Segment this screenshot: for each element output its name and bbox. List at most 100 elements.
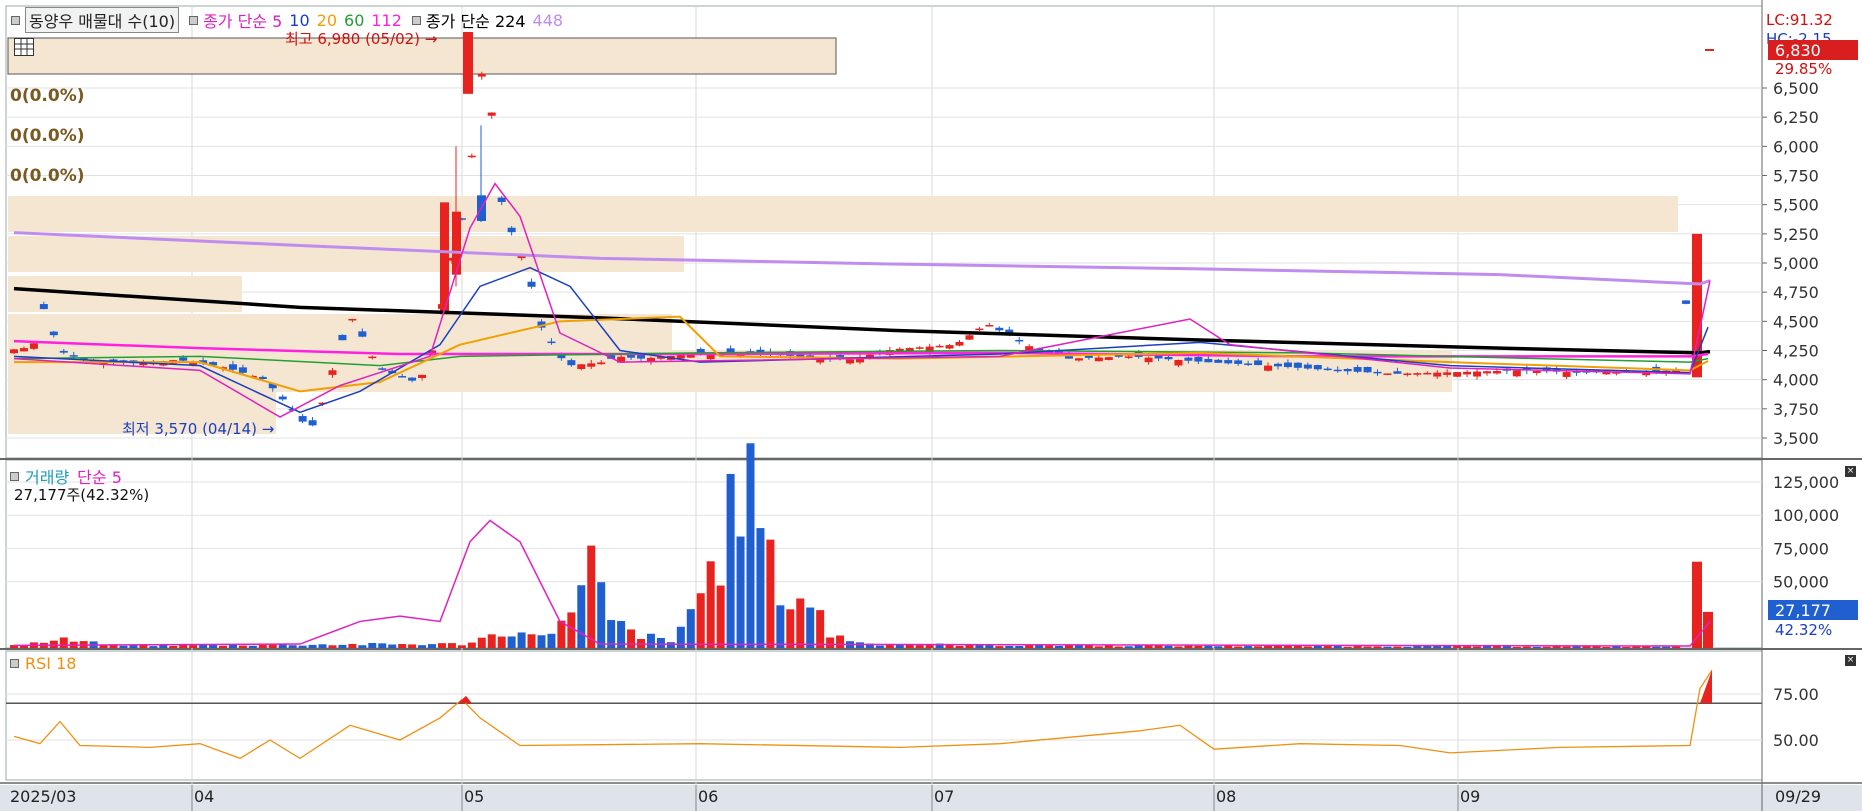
volume-bar [1343, 646, 1352, 648]
legend-handle-icon[interactable] [11, 15, 20, 25]
x-tick-label: 07 [934, 787, 954, 806]
legend-handle-icon[interactable] [189, 15, 199, 25]
volume-bar [467, 642, 476, 648]
volume-bar [477, 637, 486, 648]
chart-canvas[interactable]: 2025/03 04 05 06 07 08 09 09/29 6,500 6,250 6,000 5… [0, 0, 1862, 811]
volume-bar [1363, 646, 1372, 648]
volume-bar [1055, 645, 1064, 648]
legend-handle-icon[interactable] [10, 659, 19, 668]
volume-bar [1512, 646, 1521, 648]
volume-bar [1542, 646, 1551, 648]
volume-bar [418, 645, 427, 648]
volume-bar [1463, 646, 1472, 648]
candle-body [1463, 371, 1472, 375]
candle-body [1473, 371, 1482, 377]
volume-bar [836, 635, 845, 648]
volume-bar [686, 609, 695, 648]
volume-bar [547, 633, 556, 648]
candle-body [1562, 372, 1571, 377]
volume-bar [1264, 645, 1273, 648]
candle-body [19, 348, 28, 352]
change-pct-label: 29.85% [1775, 60, 1832, 78]
candle-body [846, 359, 855, 364]
candle-body [1413, 373, 1422, 375]
candle-body [1144, 357, 1153, 363]
volume-bar [447, 643, 456, 648]
volume-bar [1005, 645, 1014, 648]
volume-readout: 27,177주(42.32%) [14, 486, 150, 504]
candle-body [1363, 366, 1372, 373]
rsi-close-icon[interactable]: × [1845, 655, 1856, 666]
low-marker-label: 최저 3,570 (04/14) → [122, 420, 274, 438]
candle-body [945, 345, 954, 349]
candle-body [1482, 371, 1491, 374]
candle-body [1094, 357, 1103, 362]
candle-body [935, 345, 944, 348]
volume-tick-label: 75,000 [1773, 539, 1829, 558]
candle-body [1532, 370, 1541, 373]
x-tick-label: 06 [698, 787, 718, 806]
volume-tick-label: 125,000 [1773, 473, 1839, 492]
candle-body [497, 197, 506, 202]
zero-profile-label: 0(0.0%) [10, 166, 85, 186]
candle-body [1264, 365, 1273, 371]
candle-body [1293, 362, 1302, 368]
legend-handle-icon[interactable] [10, 471, 19, 481]
volume-bar [955, 645, 964, 648]
volume-bar [219, 645, 228, 648]
candle-body [1104, 357, 1113, 360]
candle-body [1174, 359, 1183, 366]
volume-bar [487, 634, 496, 648]
rsi-title[interactable]: RSI 18 [25, 654, 76, 673]
candle-body [467, 155, 476, 158]
volume-close-icon[interactable]: × [1845, 466, 1856, 477]
volume-bar [248, 645, 257, 648]
volume-bar [517, 632, 526, 648]
volume-bar [656, 637, 665, 648]
table-icon[interactable] [14, 38, 34, 56]
volume-bar [786, 609, 795, 648]
volume-bar [1094, 646, 1103, 648]
price-tick-label: 6,250 [1773, 108, 1819, 127]
volume-bar [726, 473, 735, 648]
candle-body [587, 363, 596, 367]
volume-bar [875, 645, 884, 648]
price-tick-label: 5,000 [1773, 254, 1819, 273]
price-tick-label: 4,500 [1773, 312, 1819, 331]
volume-bar [437, 643, 446, 648]
legend-volume-profile[interactable]: 동양우 매물대 수(10) [25, 7, 180, 33]
candle-body [1373, 371, 1382, 374]
candle-body [228, 364, 237, 370]
candle-body [1433, 372, 1442, 377]
volume-bar [1114, 646, 1123, 648]
volume-bar [408, 644, 417, 648]
volume-current-pct: 42.32% [1775, 621, 1832, 639]
volume-bar [1045, 645, 1054, 648]
candle-body [1244, 363, 1253, 365]
volume-bar [368, 642, 377, 648]
x-end-label: 09/29 [1775, 787, 1821, 806]
legend-ma-label[interactable]: 종가 단순 5 [203, 8, 282, 32]
candle-body [49, 331, 58, 336]
candle-body [995, 327, 1004, 331]
volume-bar [1204, 645, 1213, 648]
legend-ma224[interactable]: 종가 단순 224 [426, 8, 526, 32]
volume-bar [318, 644, 327, 648]
volume-bar [826, 637, 835, 648]
candle-body [1283, 362, 1292, 368]
volume-bar [806, 607, 815, 648]
volume-bar [1323, 646, 1332, 648]
candle-body [1124, 356, 1133, 358]
candle-body [29, 343, 38, 349]
legend-handle-icon[interactable] [411, 15, 421, 25]
candle-body [985, 325, 994, 327]
zero-profile-label: 0(0.0%) [10, 126, 85, 146]
volume-tick-label: 100,000 [1773, 506, 1839, 525]
candle-body [905, 348, 914, 351]
volume-bar [428, 644, 437, 648]
volume-bar [457, 645, 466, 648]
candle-body [378, 368, 387, 370]
candle-body [527, 281, 536, 287]
volume-bar [358, 645, 367, 648]
volume-bar [527, 634, 536, 648]
